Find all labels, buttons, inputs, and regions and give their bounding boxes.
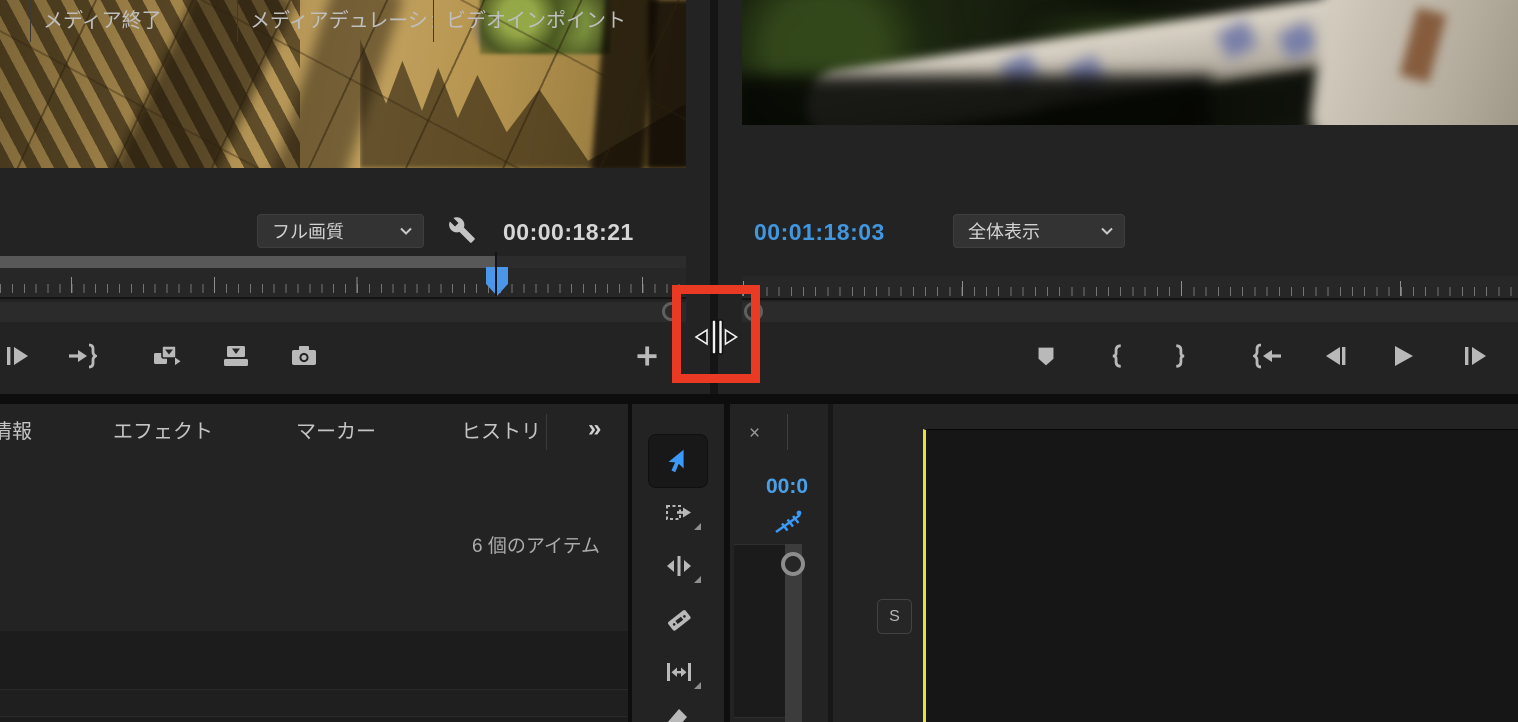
column-header-video-in-point[interactable]: ビデオインポイント (433, 0, 628, 42)
tool-flyout-icon (694, 523, 701, 530)
go-to-in-button[interactable] (1251, 339, 1285, 373)
ruler-ticks-major (742, 281, 1518, 296)
insert-button[interactable] (149, 339, 183, 373)
playback-quality-dropdown[interactable]: フル画質 (257, 214, 424, 248)
playhead-line (495, 252, 497, 296)
tab-divider (546, 414, 547, 450)
table-header-row: メディア終了 メディアデュレーション ビデオインポイント (0, 0, 628, 44)
chevron-down-icon (1086, 226, 1114, 236)
tab-divider (787, 414, 788, 450)
dark-shadow (742, 75, 1212, 125)
pole-mark (1216, 19, 1258, 60)
vertical-panel-divider[interactable] (828, 404, 833, 722)
program-timecode[interactable]: 00:01:18:03 (754, 219, 885, 246)
overwrite-button[interactable] (219, 339, 253, 373)
playback-quality-value: フル画質 (272, 222, 344, 242)
source-scrollbar[interactable] (0, 302, 686, 322)
table-row[interactable] (0, 717, 628, 722)
source-time-ruler[interactable] (0, 268, 686, 299)
table-row[interactable] (0, 631, 628, 690)
program-video-preview[interactable] (742, 0, 1518, 125)
chevron-down-icon (385, 226, 413, 236)
source-timecode[interactable]: 00:00:18:21 (503, 219, 634, 246)
slip-tool-button[interactable] (662, 655, 696, 689)
snap-icon[interactable] (771, 508, 805, 543)
selection-tool-button[interactable] (648, 434, 708, 488)
tab-effects[interactable]: エフェクト (108, 418, 218, 446)
play-button[interactable] (1386, 339, 1420, 373)
tab-overflow-icon[interactable]: » (588, 415, 601, 443)
source-zoom-bar[interactable] (0, 256, 497, 268)
timeline-track-area[interactable] (923, 429, 1518, 722)
horizontal-panel-divider[interactable] (0, 394, 1518, 404)
export-frame-button[interactable] (287, 339, 321, 373)
step-forward-button[interactable] (1459, 339, 1493, 373)
solo-track-button[interactable]: S (877, 599, 912, 634)
step-back-button[interactable] (1319, 339, 1353, 373)
pole-mark (1277, 20, 1319, 61)
close-icon[interactable]: × (749, 423, 760, 445)
mark-out-button[interactable] (1163, 339, 1197, 373)
program-time-ruler[interactable] (742, 276, 1518, 300)
button-editor-add-button[interactable] (630, 339, 664, 373)
razor-tool-button[interactable] (662, 603, 696, 637)
vertical-panel-divider[interactable] (724, 404, 730, 722)
program-scrollbar[interactable] (742, 302, 1518, 322)
step-forward-button[interactable] (1, 339, 35, 373)
premiere-window: フル画質 00:00:18:21 00:01:18:03 全体表示 情報 エフェ… (0, 0, 1518, 722)
zoom-level-value: 全体表示 (968, 222, 1040, 242)
go-to-out-button[interactable] (65, 339, 99, 373)
tab-history[interactable]: ヒストリ (458, 418, 544, 446)
settings-wrench-icon[interactable] (448, 216, 476, 249)
pen-tool-button[interactable] (662, 705, 696, 722)
item-count-label: 6 個のアイテム (472, 536, 600, 557)
zoom-level-dropdown[interactable]: 全体表示 (953, 214, 1125, 248)
column-header-media-duration[interactable]: メディアデュレーション (237, 0, 433, 42)
tool-flyout-icon (694, 576, 701, 583)
column-header-media-end[interactable]: メディア終了 (30, 0, 237, 42)
ruler-ticks-major (0, 277, 686, 293)
add-marker-button[interactable] (1029, 339, 1063, 373)
mark-in-button[interactable] (1100, 339, 1134, 373)
horizontal-resize-cursor-icon (692, 317, 740, 362)
timeline-timecode[interactable]: 00:0 (766, 475, 828, 499)
scrollbar-knob-icon[interactable] (781, 552, 805, 576)
track-header-area (734, 544, 785, 718)
tool-flyout-icon (694, 682, 701, 689)
tab-markers[interactable]: マーカー (291, 418, 381, 446)
table-row[interactable] (0, 690, 628, 717)
track-select-forward-tool-button[interactable] (662, 496, 696, 530)
source-zoom-bar-track[interactable] (497, 256, 686, 268)
tab-info[interactable]: 情報 (0, 418, 38, 446)
vertical-panel-divider[interactable] (628, 404, 632, 722)
ripple-edit-tool-button[interactable] (662, 549, 696, 583)
